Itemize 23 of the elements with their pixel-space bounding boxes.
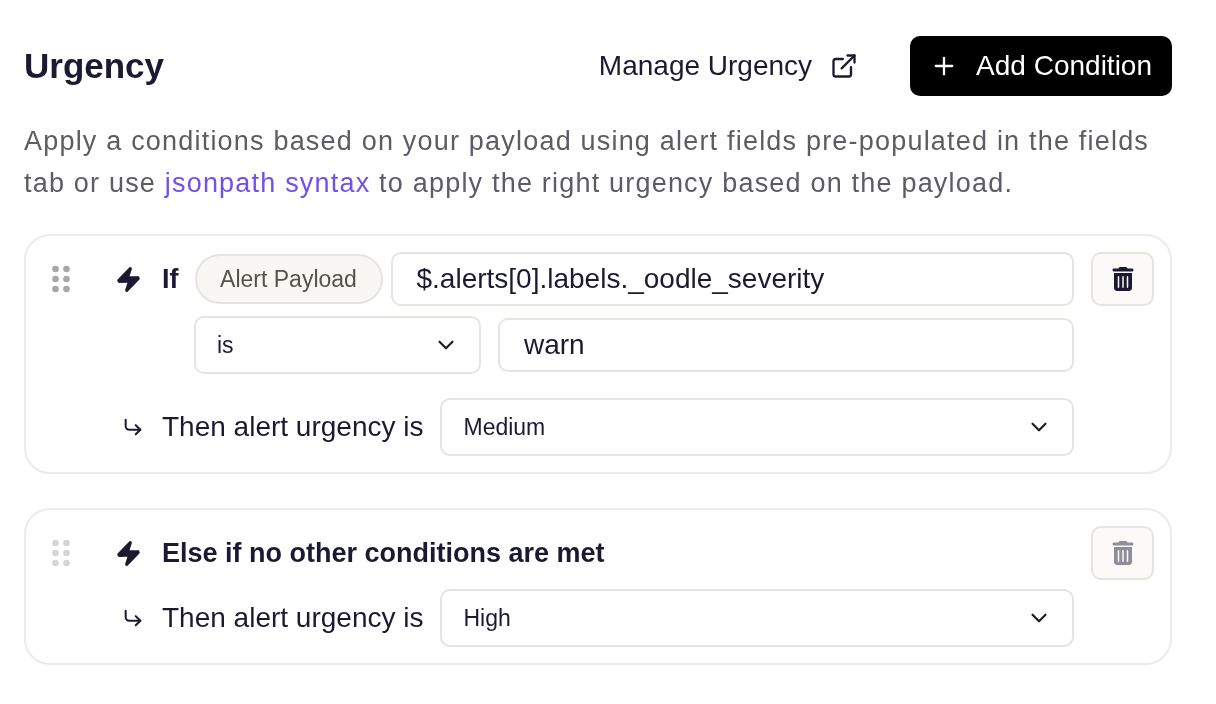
corner-arrow-icon [122,607,144,629]
lightning-bolt-icon [115,265,142,293]
fallback-title: Else if no other conditions are met [162,537,605,569]
trash-icon [1110,267,1135,291]
corner-arrow-icon [122,416,144,438]
section-title: Urgency [24,46,165,86]
add-condition-button[interactable]: Add Condition [910,36,1172,96]
path-input[interactable]: $.alerts[0].labels._oodle_severity [390,252,1074,306]
trash-icon [1110,541,1135,565]
drag-handle-icon[interactable] [52,264,70,294]
manage-urgency-link[interactable]: Manage Urgency [598,50,859,82]
value-input[interactable]: warn [498,318,1074,372]
urgency-select[interactable]: Medium [440,398,1074,456]
then-label: Then alert urgency is [162,411,424,443]
description-text: Apply a conditions based on your payload using alert fields pre-populated in the fields tab or use jsonpath syntax to apply the right urgency based on the payload. [24,125,1151,200]
delete-button[interactable] [1091,252,1154,306]
source-tag[interactable]: Alert Payload [194,254,383,304]
external-link-icon [830,52,859,80]
operator-select[interactable]: is [194,316,481,374]
if-keyword: If [162,263,179,295]
jsonpath-link[interactable]: jsonpath syntax [164,168,371,198]
then-label: Then alert urgency is [162,602,424,634]
lightning-bolt-icon [115,539,142,567]
